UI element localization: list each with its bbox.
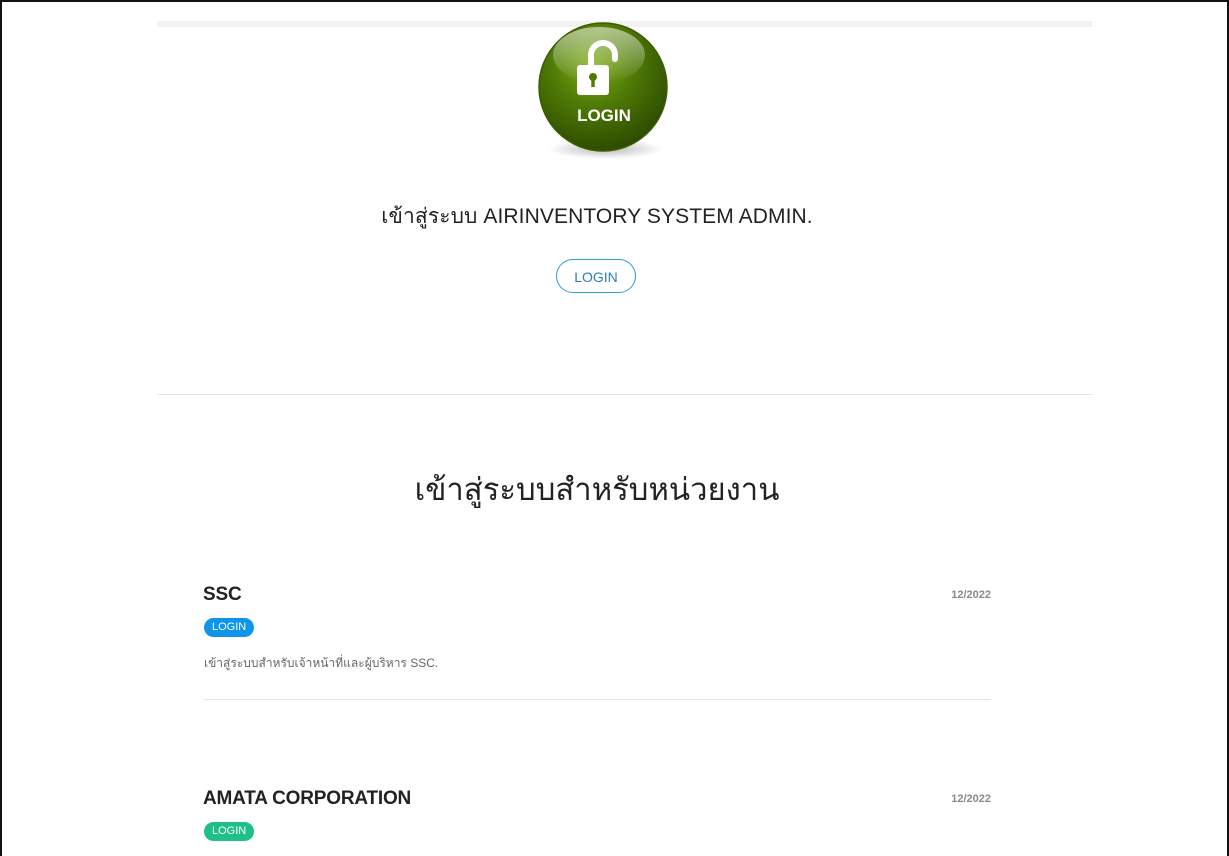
section-divider (157, 394, 1092, 395)
org-name: SSC (203, 584, 242, 605)
page-frame: LOGIN เข้าสู่ระบบ AIRINVENTORY SYSTEM AD… (0, 0, 1229, 856)
org-divider (203, 699, 991, 700)
login-logo: LOGIN (533, 21, 675, 163)
lock-icon (538, 22, 668, 159)
page-title: เข้าสู่ระบบ AIRINVENTORY SYSTEM ADMIN. (381, 205, 813, 228)
admin-login-button[interactable]: LOGIN (556, 259, 636, 293)
org-date: 12/2022 (951, 589, 991, 601)
section-heading: เข้าสู่ระบบสำหรับหน่วยงาน (414, 472, 780, 507)
org-name: AMATA CORPORATION (203, 788, 412, 809)
logo-label: LOGIN (577, 106, 631, 125)
ssc-login-badge[interactable]: LOGIN (204, 618, 255, 637)
org-date: 12/2022 (951, 793, 991, 805)
main-container: LOGIN เข้าสู่ระบบ AIRINVENTORY SYSTEM AD… (157, 2, 1092, 856)
org-description: เข้าสู่ระบบสำหรับเจ้าหน้าที่และผู้บริหาร… (204, 656, 439, 670)
amata-login-badge[interactable]: LOGIN (204, 822, 255, 841)
